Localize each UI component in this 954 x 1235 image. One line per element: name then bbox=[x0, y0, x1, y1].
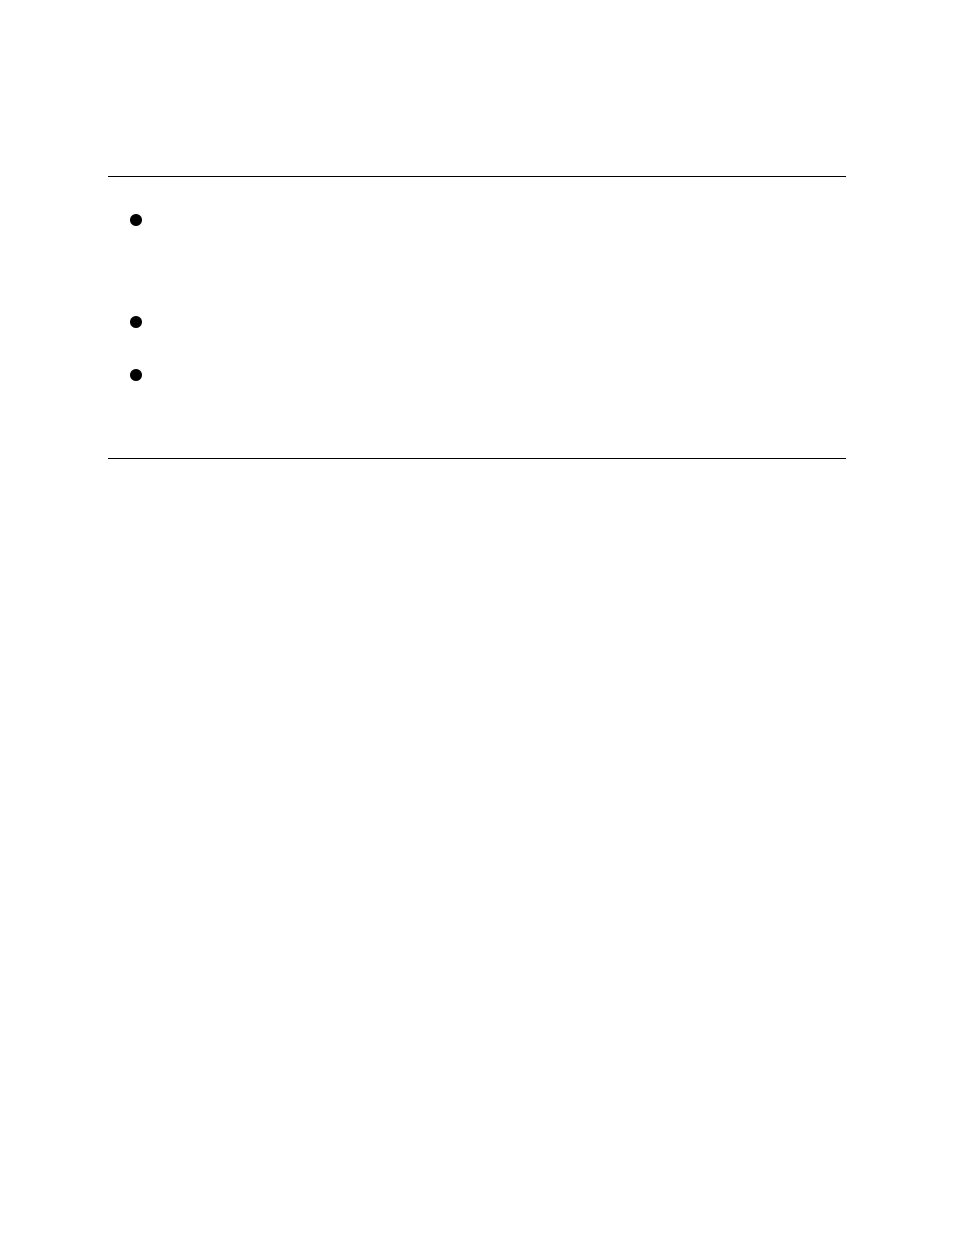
bullet-icon bbox=[130, 214, 142, 226]
bullet-icon bbox=[130, 369, 142, 381]
horizontal-rule-bottom bbox=[108, 458, 846, 459]
horizontal-rule-top bbox=[108, 176, 846, 177]
document-page bbox=[0, 0, 954, 1235]
bullet-icon bbox=[130, 316, 142, 328]
